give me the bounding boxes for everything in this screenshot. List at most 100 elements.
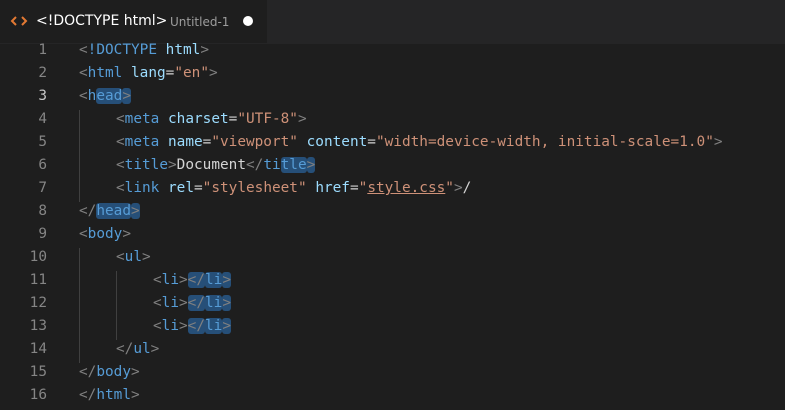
unsaved-dot-icon[interactable]	[243, 16, 253, 26]
code-token: >	[122, 226, 131, 242]
code-token: <	[153, 295, 162, 311]
code-line[interactable]: 7 <link rel="stylesheet" href="style.css"…	[0, 177, 785, 200]
code-token: lang	[131, 65, 166, 81]
code-line[interactable]: 9 <body>	[0, 223, 785, 246]
code-token: <	[116, 134, 125, 150]
code-token: head	[96, 203, 131, 219]
code-text: <head>	[79, 85, 132, 108]
line-number: 1	[38, 42, 47, 58]
html-file-icon	[10, 13, 28, 29]
code-token: =	[367, 134, 376, 150]
code-text: </body>	[79, 361, 140, 384]
code-token: >	[130, 203, 140, 219]
code-line[interactable]: 15 </body>	[0, 361, 785, 384]
code-token: li	[205, 272, 223, 288]
code-line[interactable]: 10 <ul>	[0, 246, 785, 269]
code-token: "	[445, 180, 454, 196]
code-token: html	[96, 387, 131, 403]
code-token: li	[161, 295, 179, 311]
tab-description: Untitled-1	[170, 15, 230, 29]
code-token: li	[205, 318, 223, 334]
line-number: 4	[38, 111, 47, 127]
line-number: 9	[38, 226, 47, 242]
line-number: 15	[29, 364, 47, 380]
code-token: <	[116, 180, 125, 196]
code-token: href	[315, 180, 350, 196]
code-token: =	[194, 180, 203, 196]
code-token: content	[306, 134, 368, 150]
code-token: >	[306, 157, 316, 173]
code-token: "viewport"	[211, 134, 307, 150]
line-number: 3	[38, 88, 47, 104]
code-text: <link rel="stylesheet" href="style.css">…	[116, 177, 471, 200]
code-line[interactable]: 4 <meta charset="UTF-8">	[0, 108, 785, 131]
code-token: </	[187, 295, 205, 311]
code-line[interactable]: 14 </ul>	[0, 338, 785, 361]
code-token: charset	[168, 111, 229, 127]
code-token: link	[124, 180, 168, 196]
editor-tab[interactable]: <!DOCTYPE html> Untitled-1	[0, 0, 267, 43]
code-editor[interactable]: 1 <!DOCTYPE html> 2 <html lang="en"> 3 <head>…	[0, 42, 785, 410]
code-token: </	[187, 318, 205, 334]
code-text: <meta charset="UTF-8">	[116, 108, 307, 131]
code-token: <	[153, 318, 162, 334]
code-text: <meta name="viewport" content="width=dev…	[116, 131, 723, 154]
code-token: >	[168, 157, 177, 173]
code-token: <	[79, 226, 88, 242]
code-token: "en"	[174, 65, 209, 81]
line-number: 8	[38, 203, 47, 219]
code-text: <li></li>	[153, 269, 231, 292]
code-token: </	[187, 272, 205, 288]
code-token: title	[124, 157, 168, 173]
code-token: >	[179, 318, 188, 334]
code-token: "UTF-8"	[237, 111, 298, 127]
code-token: >	[713, 134, 723, 150]
code-token: >	[453, 180, 463, 196]
code-token: <	[79, 42, 88, 58]
code-token: "	[358, 180, 368, 196]
code-token: </	[79, 387, 97, 403]
code-line[interactable]: 12 <li></li>	[0, 292, 785, 315]
line-number: 14	[29, 341, 47, 357]
code-token: html	[87, 65, 131, 81]
code-token: =	[349, 180, 359, 196]
code-line[interactable]: 11 <li></li>	[0, 269, 785, 292]
code-token: style.css	[367, 180, 446, 196]
line-number: 12	[29, 295, 47, 311]
code-line[interactable]: 3 <head>	[0, 85, 785, 108]
line-number: 7	[38, 180, 47, 196]
code-text: <title>Document</title>	[116, 154, 316, 177]
code-token: <	[79, 65, 88, 81]
code-token: >	[122, 88, 132, 104]
code-token: <	[116, 249, 125, 265]
code-token: >	[150, 341, 160, 357]
code-text: </html>	[79, 384, 140, 407]
tab-title: <!DOCTYPE html>	[36, 13, 168, 29]
code-token: </	[79, 364, 97, 380]
code-token: >	[142, 249, 151, 265]
code-text: <li></li>	[153, 292, 231, 315]
code-line[interactable]: 5 <meta name="viewport" content="width=de…	[0, 131, 785, 154]
code-token: ti	[263, 157, 281, 173]
code-token: tle	[280, 157, 307, 173]
code-token: </	[116, 341, 134, 357]
line-number: 16	[29, 387, 47, 403]
code-line[interactable]: 8 </head>	[0, 200, 785, 223]
tab-bar: <!DOCTYPE html> Untitled-1	[0, 0, 785, 44]
code-line[interactable]: 6 <title>Document</title>	[0, 154, 785, 177]
code-line[interactable]: 16 </html>	[0, 384, 785, 407]
code-token: rel	[168, 180, 194, 196]
code-line[interactable]: 2 <html lang="en">	[0, 62, 785, 85]
code-token: >	[297, 111, 307, 127]
line-number: 6	[38, 157, 47, 173]
code-token: >	[179, 272, 188, 288]
code-line[interactable]: 13 <li></li>	[0, 315, 785, 338]
code-line[interactable]: 1 <!DOCTYPE html>	[0, 39, 785, 62]
line-number: 10	[29, 249, 47, 265]
code-text: <html lang="en">	[79, 62, 218, 85]
code-token: </	[79, 203, 97, 219]
code-token: li	[161, 318, 179, 334]
code-token: >	[222, 318, 231, 334]
code-token: /	[462, 180, 472, 196]
code-token: <	[116, 157, 125, 173]
